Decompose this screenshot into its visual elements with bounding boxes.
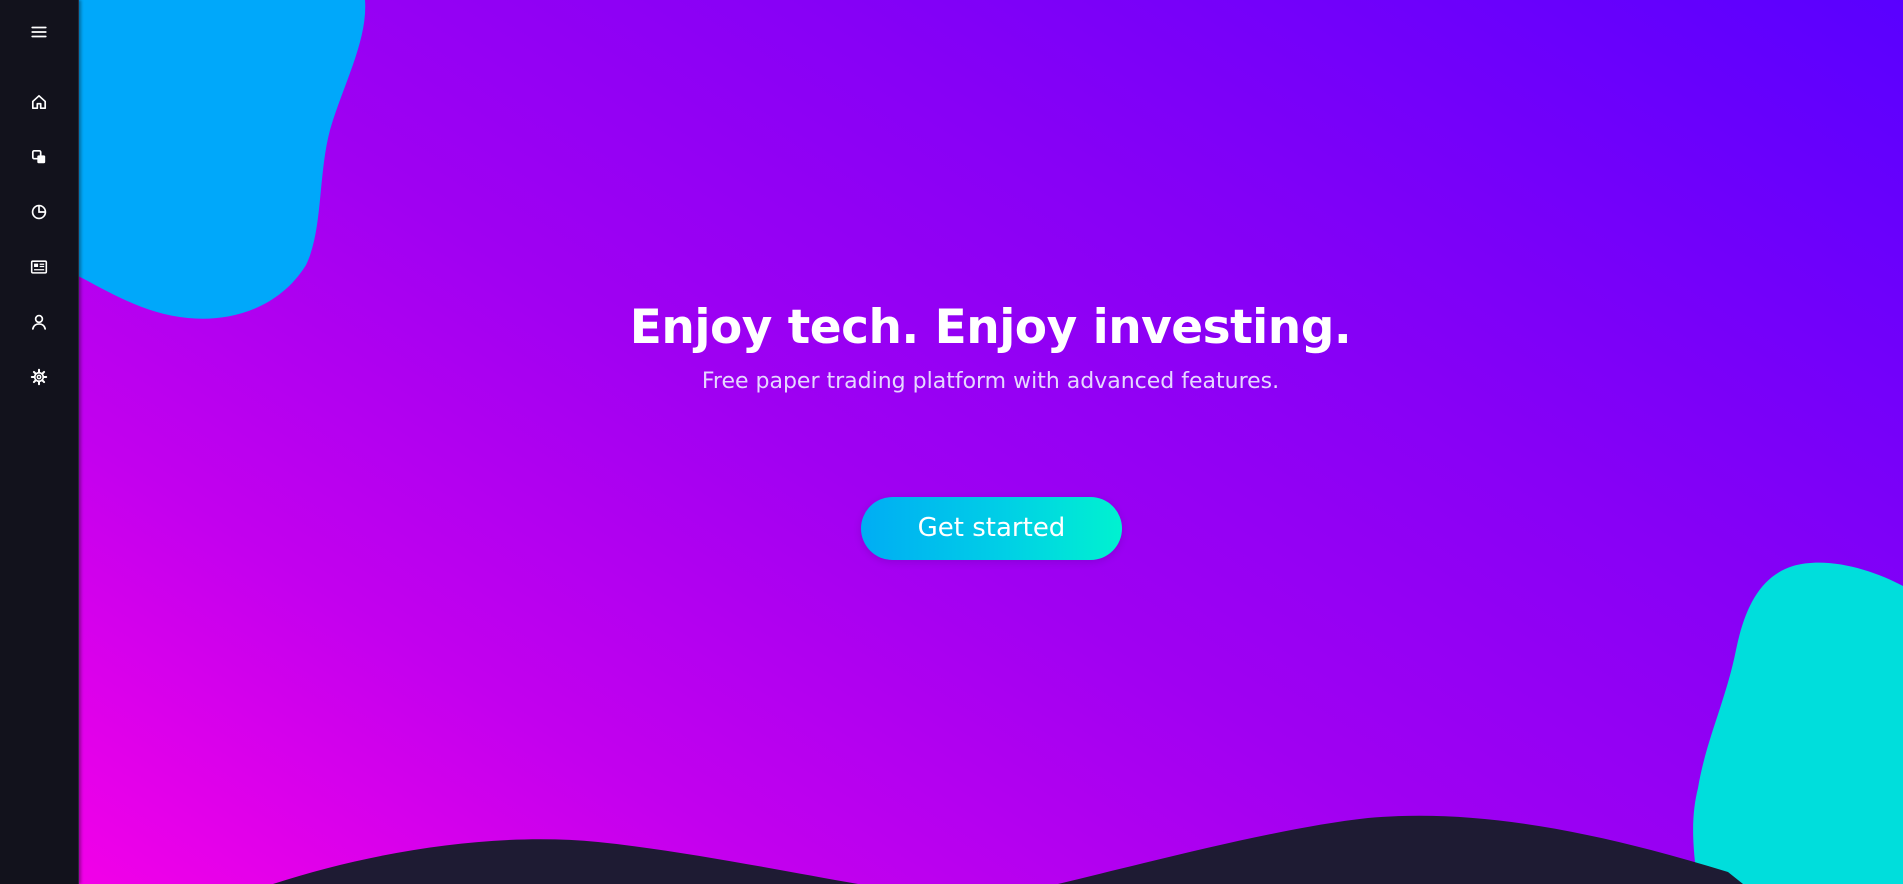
sidebar-item-home[interactable] bbox=[0, 82, 78, 122]
get-started-button[interactable]: Get started bbox=[861, 497, 1122, 560]
dark-wave-shape bbox=[273, 815, 1743, 884]
background-shapes bbox=[78, 0, 1903, 884]
user-icon bbox=[31, 314, 47, 330]
settings-gear-icon bbox=[30, 368, 48, 386]
sidebar-item-analytics[interactable] bbox=[0, 192, 78, 232]
teal-blob-shape bbox=[1693, 562, 1903, 884]
blue-blob-shape bbox=[78, 0, 366, 319]
landing-hero-section: Enjoy tech. Enjoy investing. Free paper … bbox=[78, 0, 1903, 884]
hero-subtitle: Free paper trading platform with advance… bbox=[701, 369, 1280, 394]
sidebar-item-profile[interactable] bbox=[0, 302, 78, 342]
home-icon bbox=[31, 94, 47, 110]
sidebar-item-settings[interactable] bbox=[0, 357, 78, 397]
menu-button[interactable] bbox=[0, 12, 78, 52]
sidebar-item-news[interactable] bbox=[0, 247, 78, 287]
hero-title: Enjoy tech. Enjoy investing. bbox=[629, 300, 1352, 355]
menu-icon bbox=[31, 26, 47, 38]
pie-chart-icon bbox=[31, 204, 47, 220]
newspaper-icon bbox=[30, 260, 48, 274]
sidebar bbox=[0, 0, 79, 884]
layers-icon bbox=[31, 149, 46, 164]
sidebar-item-portfolio[interactable] bbox=[0, 137, 78, 177]
